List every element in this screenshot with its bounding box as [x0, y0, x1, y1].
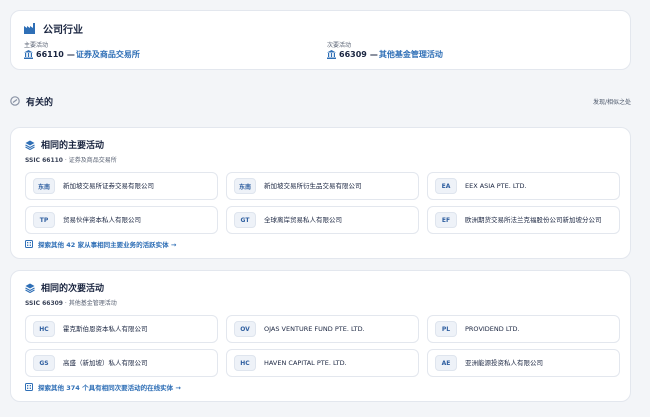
related-header: 有关的 发现/相似之处	[10, 95, 631, 109]
same-primary-activity-card: 相同的主要活动 SSIC 66110 · 证券及商品交易所 东南 新加坡交易所证…	[10, 127, 631, 259]
secondary-ssic-desc: · 其他基金管理活动	[62, 300, 117, 307]
entity-card[interactable]: EF 欧洲期货交易所法兰克福股份公司新加坡分公司	[427, 206, 620, 234]
secondary-activity-label: 次要活动	[327, 42, 352, 49]
primary-section-title: 相同的主要活动	[41, 141, 105, 151]
entity-name: 高盛（新加坡）私人有限公司	[63, 358, 148, 367]
entity-card[interactable]: GS 高盛（新加坡）私人有限公司	[25, 349, 218, 377]
primary-ssic-desc: · 证券及商品交易所	[62, 157, 117, 164]
primary-ssic-code: SSIC 66110	[25, 157, 63, 164]
entity-badge: TP	[33, 212, 55, 228]
primary-activity-dash: —	[66, 50, 75, 59]
secondary-section-title: 相同的次要活动	[41, 284, 105, 294]
layers-icon	[25, 140, 35, 150]
primary-activity-label: 主要活动	[24, 42, 49, 49]
entity-name: PROVIDEND LTD.	[465, 324, 520, 333]
discover-similar-link[interactable]: 发现/相似之处	[593, 97, 631, 106]
building-icon	[25, 383, 33, 391]
entity-card[interactable]: HC 霍克斯伯恩资本私人有限公司	[25, 315, 218, 343]
secondary-activity-code: 66309	[339, 50, 367, 59]
primary-section-title-row: 相同的主要活动	[25, 138, 104, 151]
entity-badge: AE	[435, 355, 457, 371]
entity-name: 新加坡交易所证券交易有限公司	[63, 181, 154, 190]
entity-card[interactable]: AE 亚洲能源投资私人有限公司	[427, 349, 620, 377]
entity-name: EEX ASIA PTE. LTD.	[465, 181, 527, 190]
entity-card[interactable]: 东南 新加坡交易所证券交易有限公司	[25, 172, 218, 200]
explore-secondary-link[interactable]: 探索其他 374 个具有相同次要活动的在线实体 →	[25, 382, 181, 392]
entity-name: 霍克斯伯恩资本私人有限公司	[63, 324, 148, 333]
primary-entity-grid: 东南 新加坡交易所证券交易有限公司 东南 新加坡交易所衍生品交易有限公司 EA …	[25, 172, 620, 236]
entity-badge: OV	[234, 321, 256, 337]
entity-card[interactable]: HC HAVEN CAPITAL PTE. LTD.	[226, 349, 419, 377]
entity-badge: EA	[435, 178, 457, 194]
entity-badge: EF	[435, 212, 457, 228]
entity-card[interactable]: OV OJAS VENTURE FUND PTE. LTD.	[226, 315, 419, 343]
entity-card[interactable]: PL PROVIDEND LTD.	[427, 315, 620, 343]
entity-badge: GS	[33, 355, 55, 371]
explore-primary-link[interactable]: 探索其他 42 家从事相同主要业务的活跃实体 →	[25, 239, 176, 249]
entity-name: OJAS VENTURE FUND PTE. LTD.	[264, 324, 365, 333]
entity-badge: PL	[435, 321, 457, 337]
bank-icon	[24, 50, 33, 59]
entity-badge: 东南	[234, 178, 256, 194]
secondary-activity-desc[interactable]: 其他基金管理活动	[379, 49, 443, 60]
bank-icon	[327, 50, 336, 59]
entity-card[interactable]: 东南 新加坡交易所衍生品交易有限公司	[226, 172, 419, 200]
explore-primary-text: 探索其他 42 家从事相同主要业务的活跃实体 →	[38, 241, 177, 249]
entity-name: 新加坡交易所衍生品交易有限公司	[264, 181, 362, 190]
primary-ssic-line: SSIC 66110 · 证券及商品交易所	[25, 155, 117, 164]
secondary-activity-dash: —	[369, 50, 378, 59]
entity-name: 欧洲期货交易所法兰克福股份公司新加坡分公司	[465, 215, 602, 224]
layers-icon	[25, 283, 35, 293]
secondary-activity[interactable]: 66309 — 其他基金管理活动	[327, 49, 443, 60]
related-title: 有关的	[26, 98, 54, 108]
primary-activity-desc[interactable]: 证券及商品交易所	[76, 49, 140, 60]
primary-activity-code: 66110	[36, 50, 64, 59]
entity-card[interactable]: TP 贸易伙伴资本私人有限公司	[25, 206, 218, 234]
entity-badge: HC	[33, 321, 55, 337]
same-secondary-activity-card: 相同的次要活动 SSIC 66309 · 其他基金管理活动 HC 霍克斯伯恩资本…	[10, 270, 631, 402]
industry-title: 公司行业	[43, 25, 83, 36]
entity-name: 全球离岸贸易私人有限公司	[264, 215, 342, 224]
industry-title-row: 公司行业	[24, 21, 83, 36]
entity-name: HAVEN CAPITAL PTE. LTD.	[264, 358, 347, 367]
entity-name: 亚洲能源投资私人有限公司	[465, 358, 543, 367]
entity-badge: HC	[234, 355, 256, 371]
secondary-ssic-line: SSIC 66309 · 其他基金管理活动	[25, 298, 117, 307]
secondary-ssic-code: SSIC 66309	[25, 300, 63, 307]
factory-icon	[24, 23, 36, 34]
secondary-entity-grid: HC 霍克斯伯恩资本私人有限公司 OV OJAS VENTURE FUND PT…	[25, 315, 620, 379]
entity-card[interactable]: EA EEX ASIA PTE. LTD.	[427, 172, 620, 200]
entity-badge: 东南	[33, 178, 55, 194]
building-icon	[25, 240, 33, 248]
primary-activity[interactable]: 66110 — 证券及商品交易所	[24, 49, 140, 60]
link-icon	[10, 96, 20, 106]
secondary-section-title-row: 相同的次要活动	[25, 281, 104, 294]
explore-secondary-text: 探索其他 374 个具有相同次要活动的在线实体 →	[38, 384, 181, 392]
industry-card: 公司行业 主要活动 66110 — 证券及商品交易所 次要活动 66309 — …	[10, 10, 631, 70]
entity-card[interactable]: GT 全球离岸贸易私人有限公司	[226, 206, 419, 234]
entity-name: 贸易伙伴资本私人有限公司	[63, 215, 141, 224]
entity-badge: GT	[234, 212, 256, 228]
